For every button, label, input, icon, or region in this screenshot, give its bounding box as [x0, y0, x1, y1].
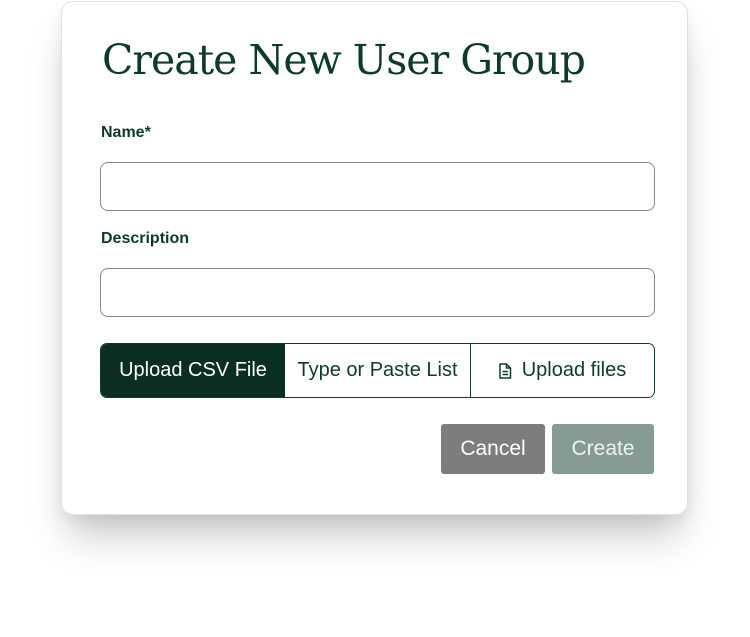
- upload-csv-label: Upload CSV File: [119, 359, 267, 381]
- create-label: Create: [571, 437, 635, 460]
- cancel-label: Cancel: [460, 437, 526, 460]
- type-paste-list-label: Type or Paste List: [297, 359, 458, 381]
- create-button[interactable]: Create: [552, 424, 654, 474]
- name-label: Name*: [101, 124, 151, 141]
- upload-files-label: Upload files: [521, 359, 627, 381]
- upload-files-button[interactable]: Upload files: [471, 344, 653, 397]
- description-label: Description: [101, 230, 190, 247]
- name-input[interactable]: [100, 162, 655, 211]
- file-icon: [498, 362, 511, 379]
- type-paste-list-tab[interactable]: Type or Paste List: [285, 344, 471, 397]
- source-selector: Upload CSV File Type or Paste List Uploa…: [100, 343, 655, 398]
- description-input[interactable]: [100, 268, 655, 317]
- upload-csv-tab[interactable]: Upload CSV File: [101, 344, 285, 397]
- create-user-group-dialog: Create New User Group Name* Description …: [61, 1, 688, 515]
- cancel-button[interactable]: Cancel: [441, 424, 545, 474]
- dialog-title: Create New User Group: [102, 36, 586, 84]
